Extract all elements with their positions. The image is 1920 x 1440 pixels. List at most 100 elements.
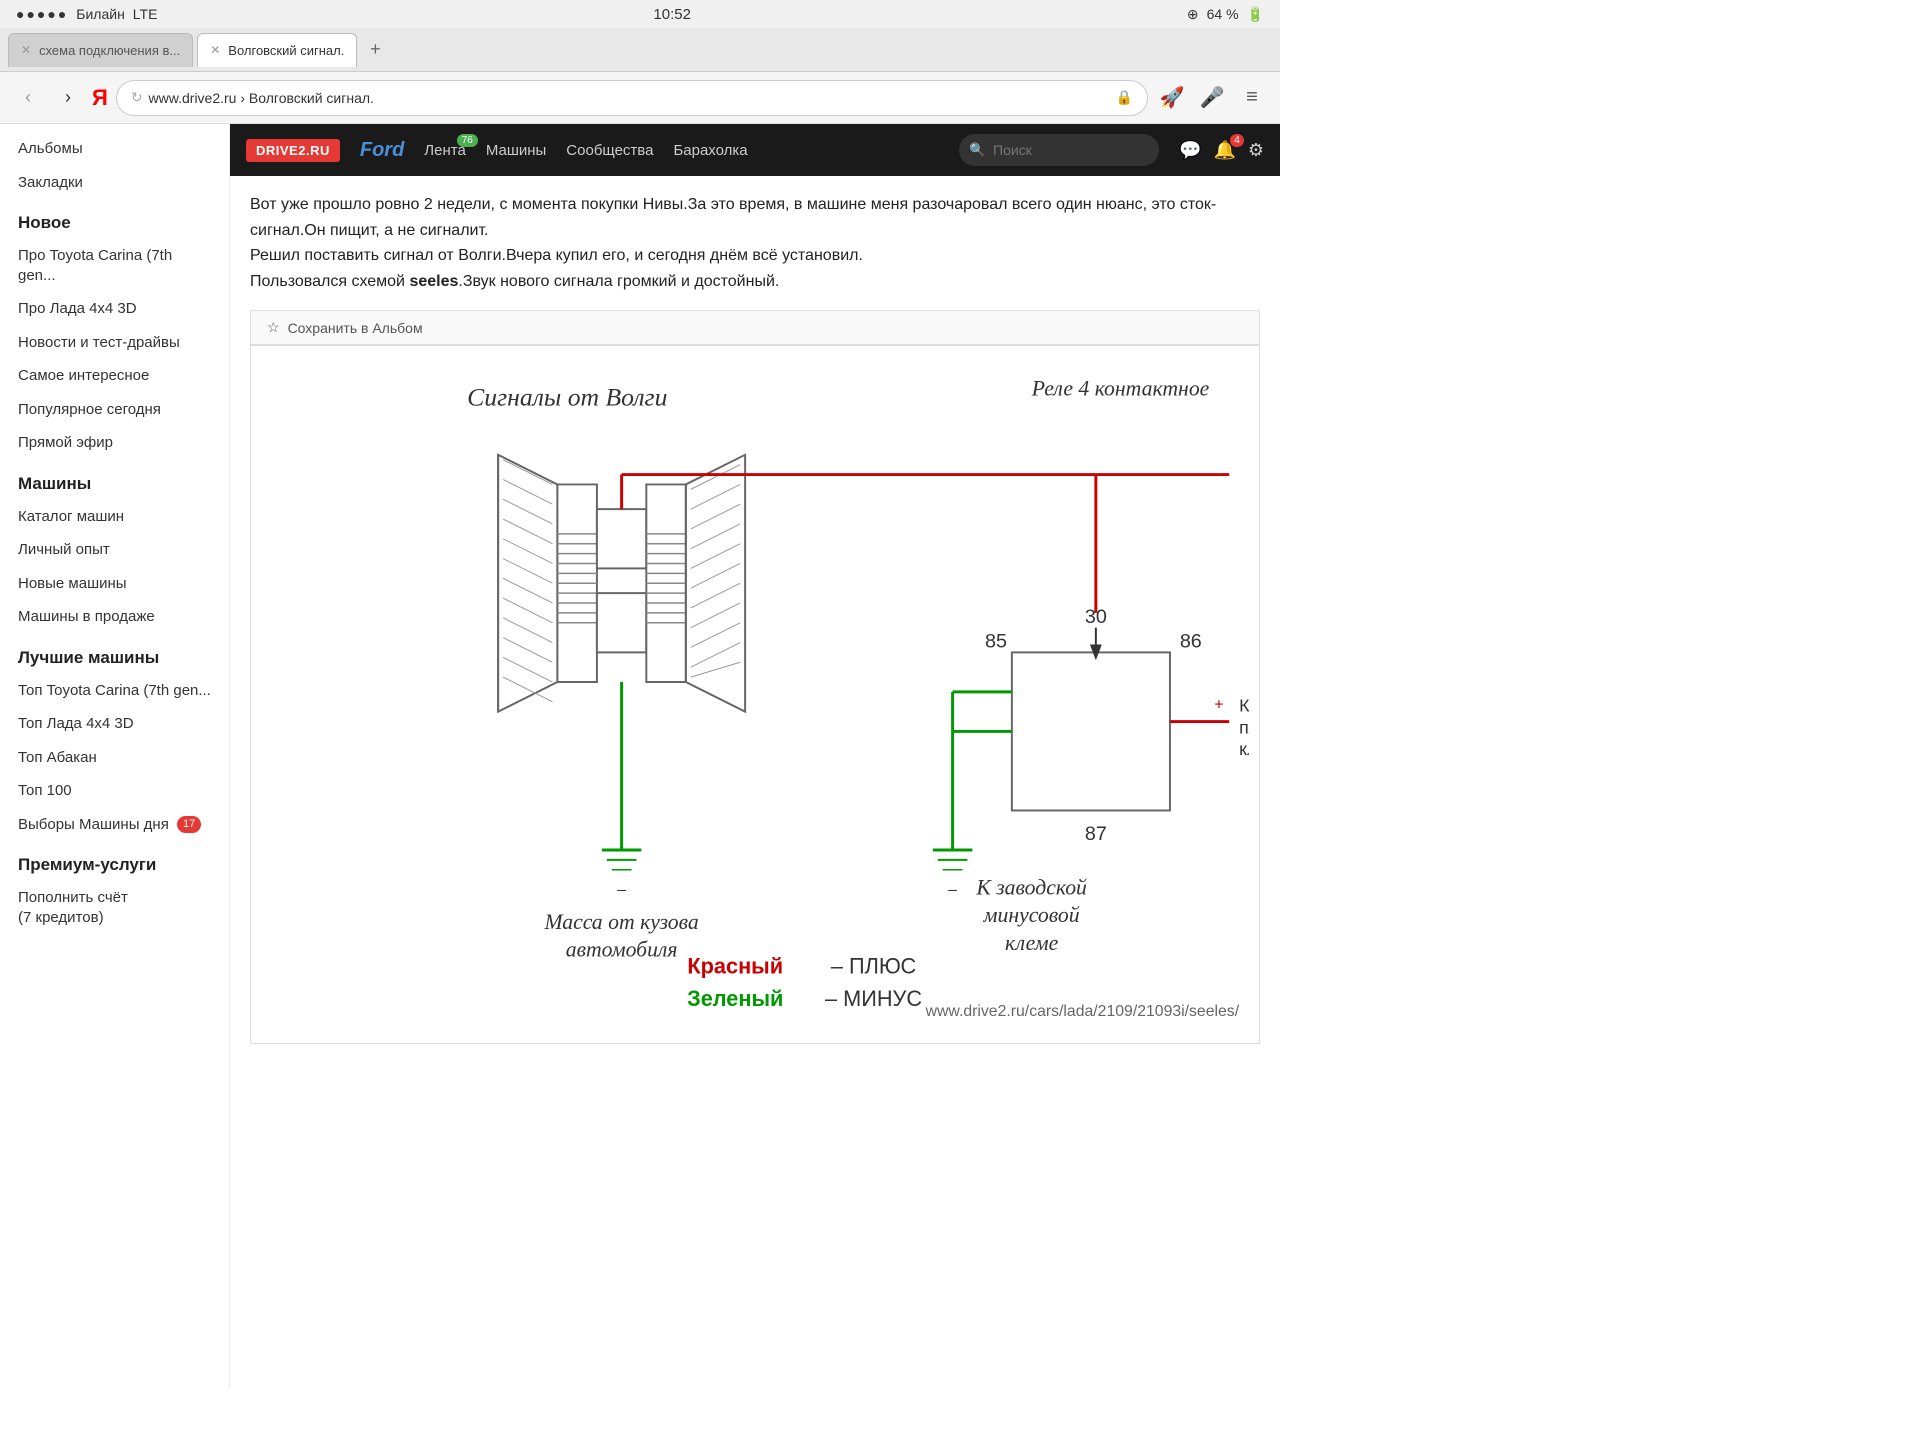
sidebar-item-toyota-carina[interactable]: Про Toyota Carina (7th gen...: [0, 239, 229, 292]
sidebar-item-live[interactable]: Прямой эфир: [0, 426, 229, 460]
svg-text:Зеленый: Зеленый: [687, 986, 783, 1011]
sidebar-item-cars-for-sale[interactable]: Машины в продаже: [0, 600, 229, 634]
tab-label-2: Волговский сигнал.: [228, 43, 344, 58]
network-type: LTE: [133, 6, 158, 22]
notifications-badge: 4: [1230, 134, 1244, 147]
menu-button[interactable]: ≡: [1236, 82, 1268, 114]
rocket-button[interactable]: 🚀: [1156, 82, 1188, 114]
svg-text:плюсовой: плюсовой: [1239, 718, 1249, 738]
svg-text:клеме: клеме: [1005, 931, 1059, 955]
status-right: ⊕ 64 % 🔋: [1187, 6, 1264, 23]
nav-bar: ‹ › Я ↻ www.drive2.ru › Волговский сигна…: [0, 72, 1280, 124]
svg-text:– МИНУС: – МИНУС: [825, 986, 922, 1011]
svg-text:86: 86: [1180, 631, 1202, 653]
lenta-badge: 76: [457, 134, 478, 147]
tab-label-1: схема подключения в...: [39, 43, 180, 58]
sidebar-item-interesting[interactable]: Самое интересное: [0, 359, 229, 393]
svg-text:– ПЛЮС: – ПЛЮС: [831, 954, 916, 979]
sidebar-item-catalog[interactable]: Каталог машин: [0, 500, 229, 534]
svg-text:www.drive2.ru/cars/lada/2109/2: www.drive2.ru/cars/lada/2109/21093i/seel…: [925, 1003, 1240, 1020]
sidebar-section-cars: Машины: [0, 460, 229, 500]
sidebar-item-albums[interactable]: Альбомы: [0, 132, 229, 166]
article-body: Вот уже прошло ровно 2 недели, с момента…: [230, 176, 1280, 1060]
content-area: DRIVE2.RU Ford Лента 76 Машины Сообществ…: [230, 124, 1280, 1388]
sidebar-section-best-cars: Лучшие машины: [0, 634, 229, 674]
drive2-header: DRIVE2.RU Ford Лента 76 Машины Сообществ…: [230, 124, 1280, 176]
lock-icon: 🔒: [1116, 89, 1133, 106]
nav-item-cars[interactable]: Машины: [486, 142, 546, 159]
sidebar-item-topup[interactable]: Пополнить счёт (7 кредитов): [0, 881, 229, 934]
save-to-album-label: Сохранить в Альбом: [288, 320, 423, 336]
svg-text:–: –: [948, 882, 957, 899]
tab-1[interactable]: ✕ схема подключения в...: [8, 33, 193, 67]
battery-level: 64 %: [1207, 6, 1239, 22]
sidebar-item-top-toyota[interactable]: Топ Toyota Carina (7th gen...: [0, 674, 229, 708]
nav-item-baraholka[interactable]: Барахолка: [673, 142, 747, 159]
diagram-container: Сигналы от Волги Реле 4 контактное: [250, 345, 1260, 1044]
nav-item-lenta[interactable]: Лента 76: [424, 142, 466, 159]
sidebar-item-car-of-day[interactable]: Выборы Машины дня 17: [0, 808, 229, 842]
location-icon: ⊕: [1187, 6, 1199, 23]
nav-right: 🚀 🎤 ≡: [1156, 82, 1268, 114]
svg-text:85: 85: [985, 631, 1007, 653]
svg-text:Сигналы от Волги: Сигналы от Волги: [467, 383, 667, 412]
sidebar-item-personal[interactable]: Личный опыт: [0, 533, 229, 567]
header-search-input[interactable]: [959, 134, 1159, 166]
back-button[interactable]: ‹: [12, 82, 44, 114]
sidebar-item-bookmarks[interactable]: Закладки: [0, 166, 229, 200]
tab-close-2[interactable]: ✕: [210, 43, 220, 57]
bold-seeles: seeles: [409, 273, 458, 290]
wiring-diagram: Сигналы от Волги Реле 4 контактное: [261, 356, 1249, 1028]
microphone-button[interactable]: 🎤: [1196, 82, 1228, 114]
tab-2[interactable]: ✕ Волговский сигнал.: [197, 33, 357, 67]
star-icon: ☆: [267, 319, 280, 336]
carrier-name: Билайн: [76, 6, 125, 22]
save-bar[interactable]: ☆ Сохранить в Альбом: [250, 310, 1260, 345]
address-text: www.drive2.ru › Волговский сигнал.: [149, 90, 1110, 106]
svg-text:К заводской: К заводской: [975, 876, 1087, 900]
svg-text:автомобиля: автомобиля: [566, 938, 678, 962]
status-time: 10:52: [653, 6, 691, 23]
main-layout: Альбомы Закладки Новое Про Toyota Carina…: [0, 124, 1280, 1388]
svg-text:Масса от кузова: Масса от кузова: [543, 910, 698, 934]
sidebar-item-popular[interactable]: Популярное сегодня: [0, 393, 229, 427]
sidebar-item-new-cars[interactable]: Новые машины: [0, 567, 229, 601]
status-left: ●●●●● Билайн LTE: [16, 6, 157, 22]
sidebar-item-top-lada[interactable]: Топ Лада 4x4 3D: [0, 707, 229, 741]
car-of-day-badge: 17: [177, 816, 201, 832]
ford-logo[interactable]: Ford: [360, 139, 404, 162]
sidebar-item-news[interactable]: Новости и тест-драйвы: [0, 326, 229, 360]
settings-button[interactable]: ⚙: [1248, 140, 1264, 161]
svg-text:минусовой: минусовой: [983, 903, 1080, 927]
svg-text:клеме: клеме: [1239, 740, 1249, 760]
chat-button[interactable]: 💬: [1179, 140, 1201, 161]
svg-text:К заводской: К заводской: [1239, 696, 1249, 716]
refresh-icon[interactable]: ↻: [131, 89, 143, 106]
sidebar-item-top-100[interactable]: Топ 100: [0, 774, 229, 808]
address-bar[interactable]: ↻ www.drive2.ru › Волговский сигнал. 🔒: [116, 80, 1148, 116]
yandex-icon[interactable]: Я: [92, 85, 108, 111]
status-bar: ●●●●● Билайн LTE 10:52 ⊕ 64 % 🔋: [0, 0, 1280, 28]
sidebar-item-top-abakan[interactable]: Топ Абакан: [0, 741, 229, 775]
drive2-logo[interactable]: DRIVE2.RU: [246, 139, 340, 162]
svg-text:87: 87: [1085, 823, 1107, 845]
sidebar: Альбомы Закладки Новое Про Toyota Carina…: [0, 124, 230, 1388]
signal-dots: ●●●●●: [16, 6, 68, 22]
header-nav: Лента 76 Машины Сообщества Барахолка: [424, 142, 747, 159]
svg-text:Красный: Красный: [687, 954, 783, 979]
svg-text:–: –: [617, 882, 626, 899]
tab-close-1[interactable]: ✕: [21, 43, 31, 57]
sidebar-section-new: Новое: [0, 199, 229, 239]
battery-icon: 🔋: [1247, 6, 1264, 23]
svg-text:Реле 4 контактное: Реле 4 контактное: [1031, 377, 1210, 401]
search-wrapper[interactable]: [959, 134, 1159, 166]
sidebar-item-lada-4x4[interactable]: Про Лада 4x4 3D: [0, 292, 229, 326]
sidebar-section-premium: Премиум-услуги: [0, 841, 229, 881]
notifications-button[interactable]: 🔔 4: [1213, 140, 1235, 161]
header-icons: 💬 🔔 4 ⚙: [1179, 140, 1264, 161]
svg-text:+: +: [1214, 697, 1223, 714]
tab-bar: ✕ схема подключения в... ✕ Волговский си…: [0, 28, 1280, 72]
new-tab-button[interactable]: +: [361, 36, 389, 64]
forward-button[interactable]: ›: [52, 82, 84, 114]
nav-item-communities[interactable]: Сообщества: [566, 142, 653, 159]
